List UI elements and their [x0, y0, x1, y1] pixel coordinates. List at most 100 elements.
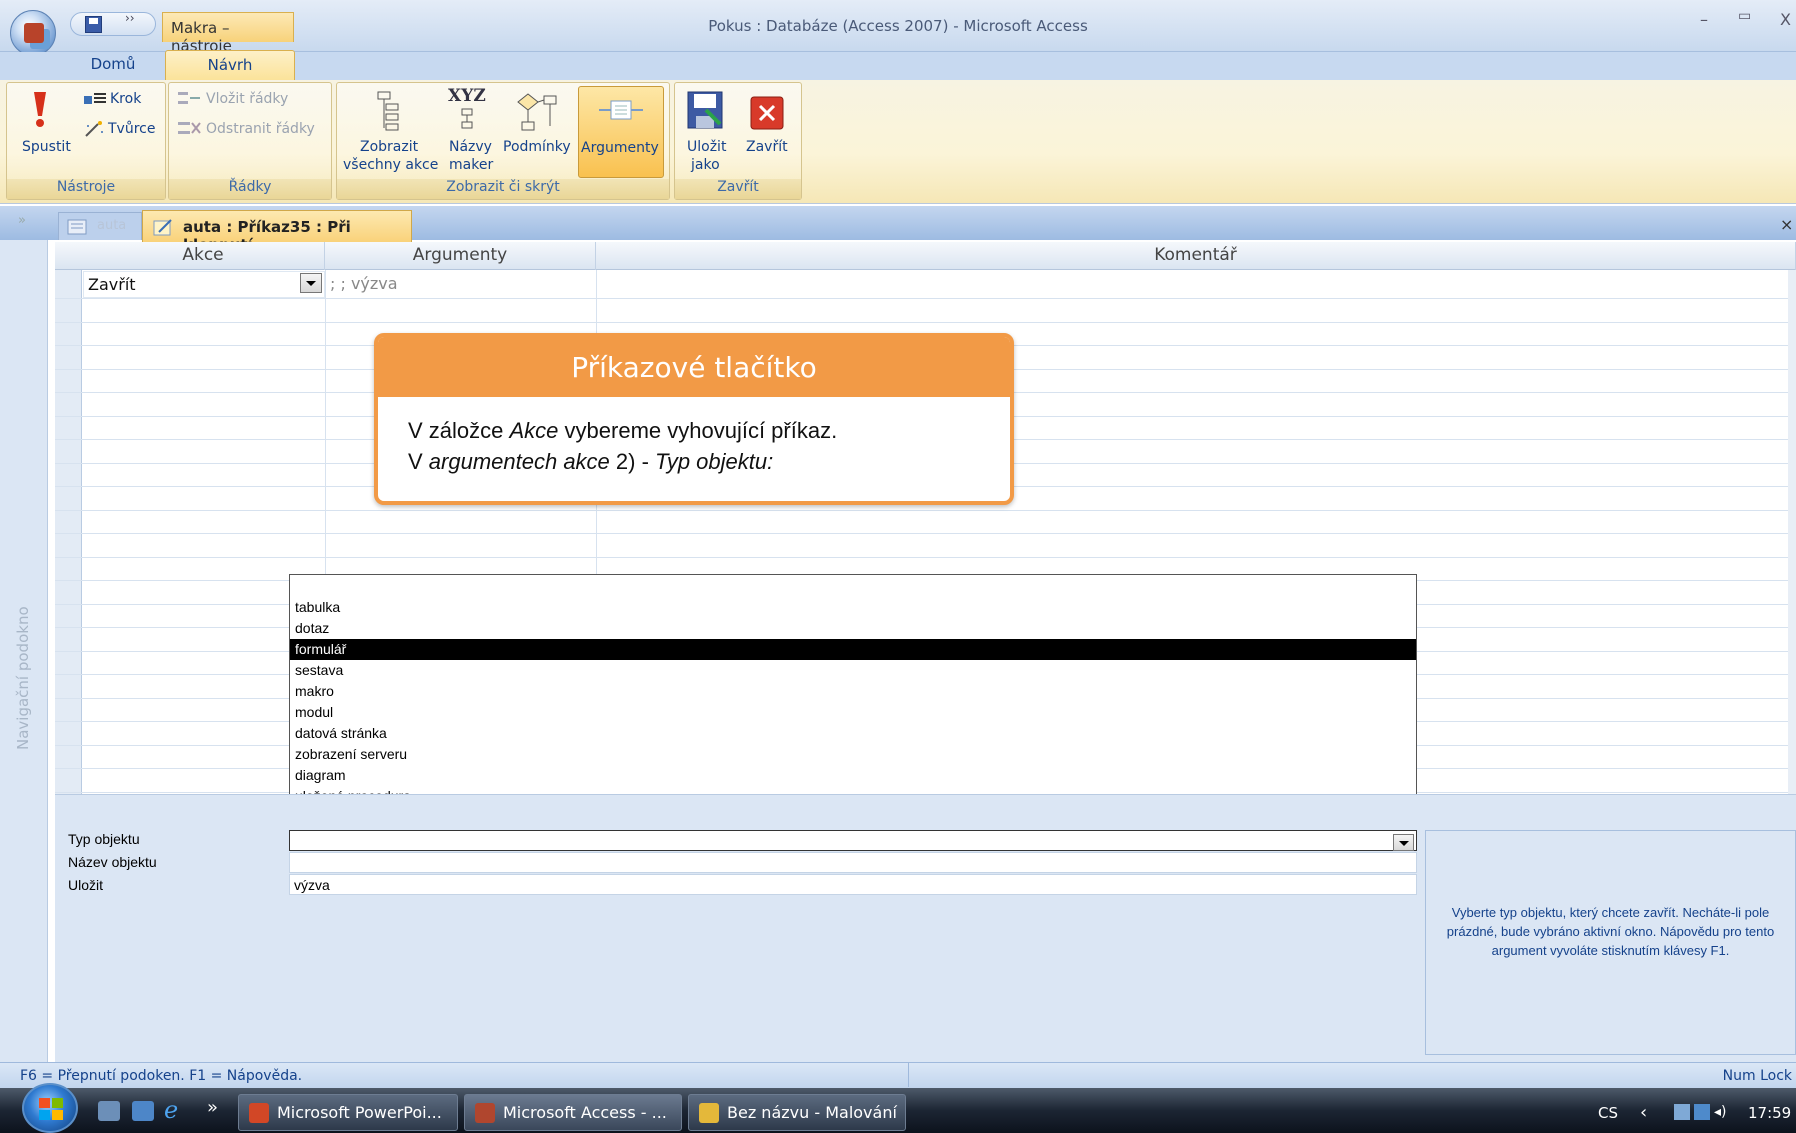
builder-label: Tvůrce: [108, 121, 156, 137]
save-as-icon: [687, 91, 723, 129]
form-icon: [67, 219, 87, 235]
insert-rows-label: Vložit řádky: [206, 91, 289, 107]
tab-home[interactable]: Domů: [72, 50, 154, 80]
step-label: Krok: [110, 91, 142, 107]
argument-help-text: Vyberte typ objektu, který chcete zavřít…: [1425, 830, 1796, 1055]
group-rows-label: Řádky: [169, 179, 331, 199]
dropdown-option[interactable]: diagram: [290, 765, 1416, 786]
close-window-button[interactable]: X: [1780, 10, 1791, 29]
xyz-icon: XYZ: [448, 86, 486, 106]
macro-icon: [153, 219, 172, 236]
grid-vertical-scrollbar[interactable]: [1788, 270, 1796, 794]
show-desktop-icon[interactable]: [98, 1101, 120, 1121]
instruction-callout: Příkazové tlačítko V záložce Akce vybere…: [374, 333, 1014, 505]
grid-row-line: [55, 533, 1796, 534]
dropdown-option-selected[interactable]: formulář: [290, 639, 1416, 660]
minimize-button[interactable]: –: [1700, 10, 1708, 29]
object-name-field[interactable]: [289, 852, 1417, 873]
paint-icon: [699, 1103, 719, 1123]
row-selector-column[interactable]: [55, 242, 82, 794]
dropdown-option[interactable]: tabulka: [290, 597, 1416, 618]
network-icon[interactable]: [1674, 1104, 1690, 1120]
macro-names-button[interactable]: XYZ Názvy maker: [442, 86, 498, 182]
conditions-button[interactable]: Podmínky: [500, 86, 578, 182]
builder-wand-icon: [85, 121, 103, 137]
column-header-comment[interactable]: Komentář: [596, 242, 1796, 270]
callout-emph: argumentech akce: [428, 449, 610, 474]
display-icon[interactable]: [1694, 1104, 1710, 1120]
delete-rows-button[interactable]: Odstranit řádky: [176, 118, 326, 142]
internet-explorer-icon[interactable]: e: [164, 1096, 178, 1124]
callout-text: vybereme vyhovující příkaz.: [558, 418, 838, 443]
volume-icon[interactable]: ◂): [1714, 1104, 1727, 1120]
insert-rows-icon: [178, 92, 200, 104]
group-show-hide-label: Zobrazit či skrýt: [337, 179, 669, 199]
grid-header: Akce Argumenty Komentář: [55, 242, 1796, 270]
task-powerpoint[interactable]: Microsoft PowerPoi...: [238, 1094, 458, 1131]
arguments-button[interactable]: Argumenty: [578, 86, 664, 178]
restore-button[interactable]: ▭: [1738, 8, 1751, 24]
callout-text: 2) -: [609, 449, 656, 474]
powerpoint-icon: [249, 1103, 269, 1123]
quicklaunch-more-icon[interactable]: »: [207, 1097, 218, 1118]
access-icon: [475, 1103, 495, 1123]
step-icon: [84, 93, 106, 104]
builder-button[interactable]: Tvůrce: [80, 118, 160, 142]
start-button[interactable]: [22, 1083, 78, 1133]
callout-emph: Akce: [509, 418, 559, 443]
dropdown-option[interactable]: zobrazení serveru: [290, 744, 1416, 765]
window-title: Pokus : Databáze (Access 2007) - Microso…: [708, 17, 1088, 35]
close-macro-label: Zavřít: [746, 139, 788, 155]
nav-pane-expand-icon[interactable]: »: [18, 213, 26, 228]
insert-rows-button[interactable]: Vložit řádky: [176, 88, 326, 112]
names-label-2: maker: [449, 157, 494, 173]
group-close-label: Zavřít: [675, 179, 801, 199]
group-tools-label: Nástroje: [7, 179, 165, 199]
object-type-dropdown-list[interactable]: tabulka dotaz formulář sestava makro mod…: [289, 574, 1417, 829]
callout-line-1: V záložce Akce vybereme vyhovující příka…: [408, 415, 998, 446]
save-as-button[interactable]: Uložit jako: [678, 86, 736, 182]
action-cell[interactable]: Zavřít: [83, 271, 325, 298]
dropdown-option[interactable]: datová stránka: [290, 723, 1416, 744]
navigation-pane-label: Navigační podokno: [14, 606, 32, 750]
dropdown-option[interactable]: dotaz: [290, 618, 1416, 639]
task-access[interactable]: Microsoft Access - ...: [464, 1094, 682, 1131]
callout-body: V záložce Akce vybereme vyhovující příka…: [408, 415, 998, 477]
language-indicator[interactable]: CS: [1598, 1104, 1618, 1122]
callout-line-2: V argumentech akce 2) - Typ objektu:: [408, 446, 998, 477]
tab-design[interactable]: Návrh: [165, 50, 295, 80]
close-red-icon: [750, 96, 784, 130]
dropdown-option[interactable]: sestava: [290, 660, 1416, 681]
tray-expand-icon[interactable]: ‹: [1640, 1102, 1647, 1123]
step-button[interactable]: Krok: [80, 88, 160, 112]
switch-windows-icon[interactable]: [132, 1101, 154, 1121]
action-dropdown-icon[interactable]: [300, 273, 322, 293]
dropdown-option[interactable]: makro: [290, 681, 1416, 702]
column-header-arguments[interactable]: Argumenty: [325, 242, 596, 270]
close-document-button[interactable]: ×: [1780, 215, 1793, 234]
show-all-label-1: Zobrazit: [360, 139, 419, 155]
num-lock-indicator: Num Lock: [1722, 1068, 1792, 1084]
save-field[interactable]: výzva: [289, 874, 1417, 895]
windows-logo-icon: [39, 1098, 63, 1120]
run-label: Spustit: [22, 139, 71, 155]
tab-table-auta[interactable]: auta: [58, 212, 142, 240]
arguments-cell[interactable]: ; ; výzva: [330, 274, 398, 293]
run-button[interactable]: Spustit: [14, 88, 71, 160]
close-macro-button[interactable]: Zavřít: [740, 86, 798, 182]
column-header-action[interactable]: Akce: [82, 242, 325, 270]
dropdown-option[interactable]: modul: [290, 702, 1416, 723]
object-type-combo[interactable]: [289, 830, 1417, 851]
tab-macro-active[interactable]: auta : Příkaz35 : Při klepnutí: [142, 210, 412, 254]
grid-row-line: [55, 322, 1796, 323]
callout-text: V záložce: [408, 418, 510, 443]
grid-row-line: [55, 510, 1796, 511]
task-paint[interactable]: Bez názvu - Malování: [688, 1094, 906, 1131]
conditions-diamond-icon: [517, 93, 557, 131]
clock[interactable]: 17:59: [1748, 1104, 1791, 1122]
conditions-label: Podmínky: [503, 139, 571, 155]
object-type-dropdown-icon[interactable]: [1393, 834, 1414, 851]
show-all-actions-icon: [377, 91, 399, 131]
show-all-actions-button[interactable]: Zobrazit všechny akce: [338, 86, 438, 182]
task-access-label: Microsoft Access - ...: [503, 1103, 667, 1122]
